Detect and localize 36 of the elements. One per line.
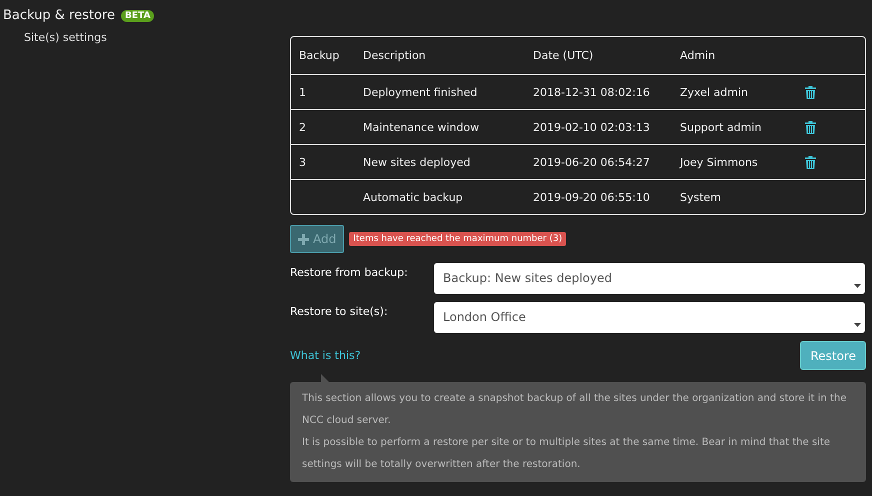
table-cell: 2018-12-31 08:02:16: [533, 86, 650, 98]
table-cell: Deployment finished: [363, 86, 478, 98]
table-cell: 2: [299, 120, 306, 134]
plus-icon: [298, 234, 309, 244]
table-cell: Support admin: [680, 120, 762, 134]
column-header: Description: [363, 49, 427, 62]
dropdown-field[interactable]: Backup: New sites deployed: [434, 263, 865, 294]
trash-icon[interactable]: [805, 120, 816, 134]
table-cell: Automatic backup: [363, 190, 463, 204]
table-cell: Maintenance window: [363, 120, 480, 134]
column-header: Admin: [680, 49, 716, 62]
field-label: Restore from backup:: [290, 265, 409, 279]
table-cell: 2019-09-20 06:55:10: [533, 190, 650, 204]
sidebar-item[interactable]: Site(s) settings: [24, 31, 290, 44]
table-cell: Zyxel admin: [680, 86, 748, 98]
field-label: Restore to site(s):: [290, 304, 389, 318]
column-header: Date (UTC): [533, 49, 594, 62]
page-title: Backup & restore: [3, 8, 115, 23]
trash-icon[interactable]: [805, 86, 816, 98]
caret-icon: [854, 323, 861, 327]
table-cell: Joey Simmons: [680, 156, 758, 168]
caret-icon: [854, 284, 861, 288]
info-text: This section allows you to create a snapshot backup of all the sites under the organization and store it in the NCC cloud server.: [302, 392, 848, 428]
beta-badge: BETA: [121, 10, 154, 22]
table-cell: 2019-02-10 02:03:13: [533, 120, 650, 134]
dropdown-field[interactable]: London Office: [434, 302, 865, 333]
table-cell: 2019-06-20 06:54:27: [533, 156, 650, 168]
warning-badge: Items have reached the maximum number (3): [349, 232, 566, 246]
trash-icon[interactable]: [805, 156, 816, 168]
help-link[interactable]: What is this?: [290, 349, 361, 362]
table-cell: 1: [299, 86, 306, 98]
table-cell: New sites deployed: [363, 156, 470, 168]
column-header: Backup: [298, 49, 340, 62]
table-cell: 3: [299, 156, 306, 168]
table-cell: System: [680, 190, 722, 204]
info-text: It is possible to perform a restore per site or to multiple sites at the same time. Bear in mind that the site settings will be totally overwritten after the restoration.: [302, 436, 832, 472]
